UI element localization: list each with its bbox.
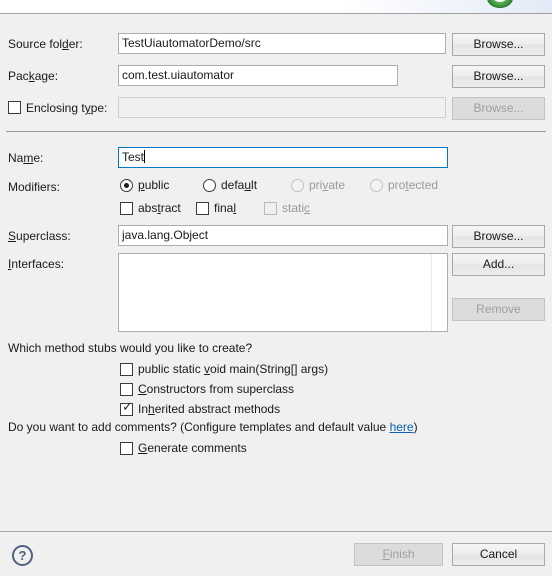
source-folder-row: Source folder: TestUiautomatorDemo/src B… [0, 33, 552, 57]
radio-private-label: private [309, 178, 346, 192]
configure-templates-link[interactable]: here [390, 420, 414, 434]
name-row: Name: Test [0, 147, 552, 171]
checkbox-final-label: final [214, 201, 237, 215]
modifiers-label: Modifiers: [8, 180, 61, 194]
dialog-footer: ? Finish Cancel [0, 531, 552, 576]
source-folder-label: Source folder: [8, 37, 83, 51]
radio-public[interactable] [120, 179, 133, 192]
text-caret [144, 150, 146, 163]
superclass-label: Superclass: [8, 229, 71, 243]
comments-question: Do you want to add comments? (Configure … [8, 420, 418, 434]
help-icon[interactable]: ? [12, 545, 33, 566]
checkbox-public-static-void-main[interactable] [120, 363, 133, 376]
checkbox-inherited-abstract-methods-label: Inherited abstract methods [138, 402, 281, 416]
green-class-wizard-icon [487, 0, 513, 10]
method-stubs-question: Which method stubs would you like to cre… [8, 341, 253, 355]
checkbox-static-label: static [282, 201, 311, 215]
superclass-input[interactable]: java.lang.Object [118, 225, 448, 246]
enclosing-type-checkbox[interactable] [8, 101, 21, 114]
name-input[interactable]: Test [118, 147, 448, 168]
name-input-value: Test [122, 150, 145, 164]
interfaces-listbox[interactable] [118, 253, 448, 332]
enclosing-type-label: Enclosing type: [26, 101, 108, 115]
superclass-browse-button[interactable]: Browse... [452, 225, 545, 248]
enclosing-type-input [118, 97, 446, 118]
cancel-button[interactable]: Cancel [452, 543, 545, 566]
finish-button-label: Finish [382, 547, 415, 561]
dialog-body: Source folder: TestUiautomatorDemo/src B… [0, 15, 552, 531]
checkbox-inherited-abstract-methods[interactable]: ✓ [120, 400, 133, 416]
checkbox-generate-comments[interactable] [120, 442, 133, 455]
modifiers-radio-row: Modifiers: public default private protec… [0, 176, 552, 200]
name-label: Name: [8, 151, 44, 165]
modifiers-checkbox-row: abstract final static [0, 199, 552, 223]
interfaces-scrollbar[interactable] [431, 254, 447, 331]
generate-comments-row: Generate comments [0, 439, 552, 463]
source-folder-input[interactable]: TestUiautomatorDemo/src [118, 33, 446, 54]
section-separator-top [6, 131, 546, 132]
comments-question-prefix: Do you want to add comments? (Configure … [8, 420, 390, 434]
package-row: Package: com.test.uiautomator Browse... [0, 65, 552, 89]
enclosing-type-browse-button: Browse... [452, 97, 545, 120]
checkbox-generate-comments-label: Generate comments [138, 441, 247, 455]
checkmark-icon: ✓ [122, 400, 133, 415]
radio-private [291, 179, 304, 192]
checkbox-constructors-from-superclass-label: Constructors from superclass [138, 382, 295, 396]
checkbox-public-static-void-main-label: public static void main(String[] args) [138, 362, 329, 376]
checkbox-constructors-from-superclass[interactable] [120, 383, 133, 396]
interfaces-row: Interfaces: Add... Remove [0, 253, 552, 339]
interfaces-label: Interfaces: [8, 257, 65, 271]
interfaces-remove-button: Remove [452, 298, 545, 321]
checkbox-static [264, 202, 277, 215]
radio-public-label: public [138, 178, 170, 192]
checkbox-final[interactable] [196, 202, 209, 215]
interfaces-add-button[interactable]: Add... [452, 253, 545, 276]
comments-question-suffix: ) [413, 420, 418, 434]
radio-protected-label: protected [388, 178, 439, 192]
source-folder-browse-button[interactable]: Browse... [452, 33, 545, 56]
radio-public-dot [124, 183, 129, 188]
radio-default-label: default [221, 178, 258, 192]
superclass-row: Superclass: java.lang.Object Browse... [0, 225, 552, 249]
package-browse-button[interactable]: Browse... [452, 65, 545, 88]
enclosing-type-row: Enclosing type: Browse... [0, 97, 552, 121]
dialog-header-strip [0, 0, 552, 14]
finish-button: Finish [354, 543, 443, 566]
package-label: Package: [8, 69, 59, 83]
checkbox-abstract[interactable] [120, 202, 133, 215]
checkbox-abstract-label: abstract [138, 201, 181, 215]
package-input[interactable]: com.test.uiautomator [118, 65, 398, 86]
radio-protected [370, 179, 383, 192]
radio-default[interactable] [203, 179, 216, 192]
